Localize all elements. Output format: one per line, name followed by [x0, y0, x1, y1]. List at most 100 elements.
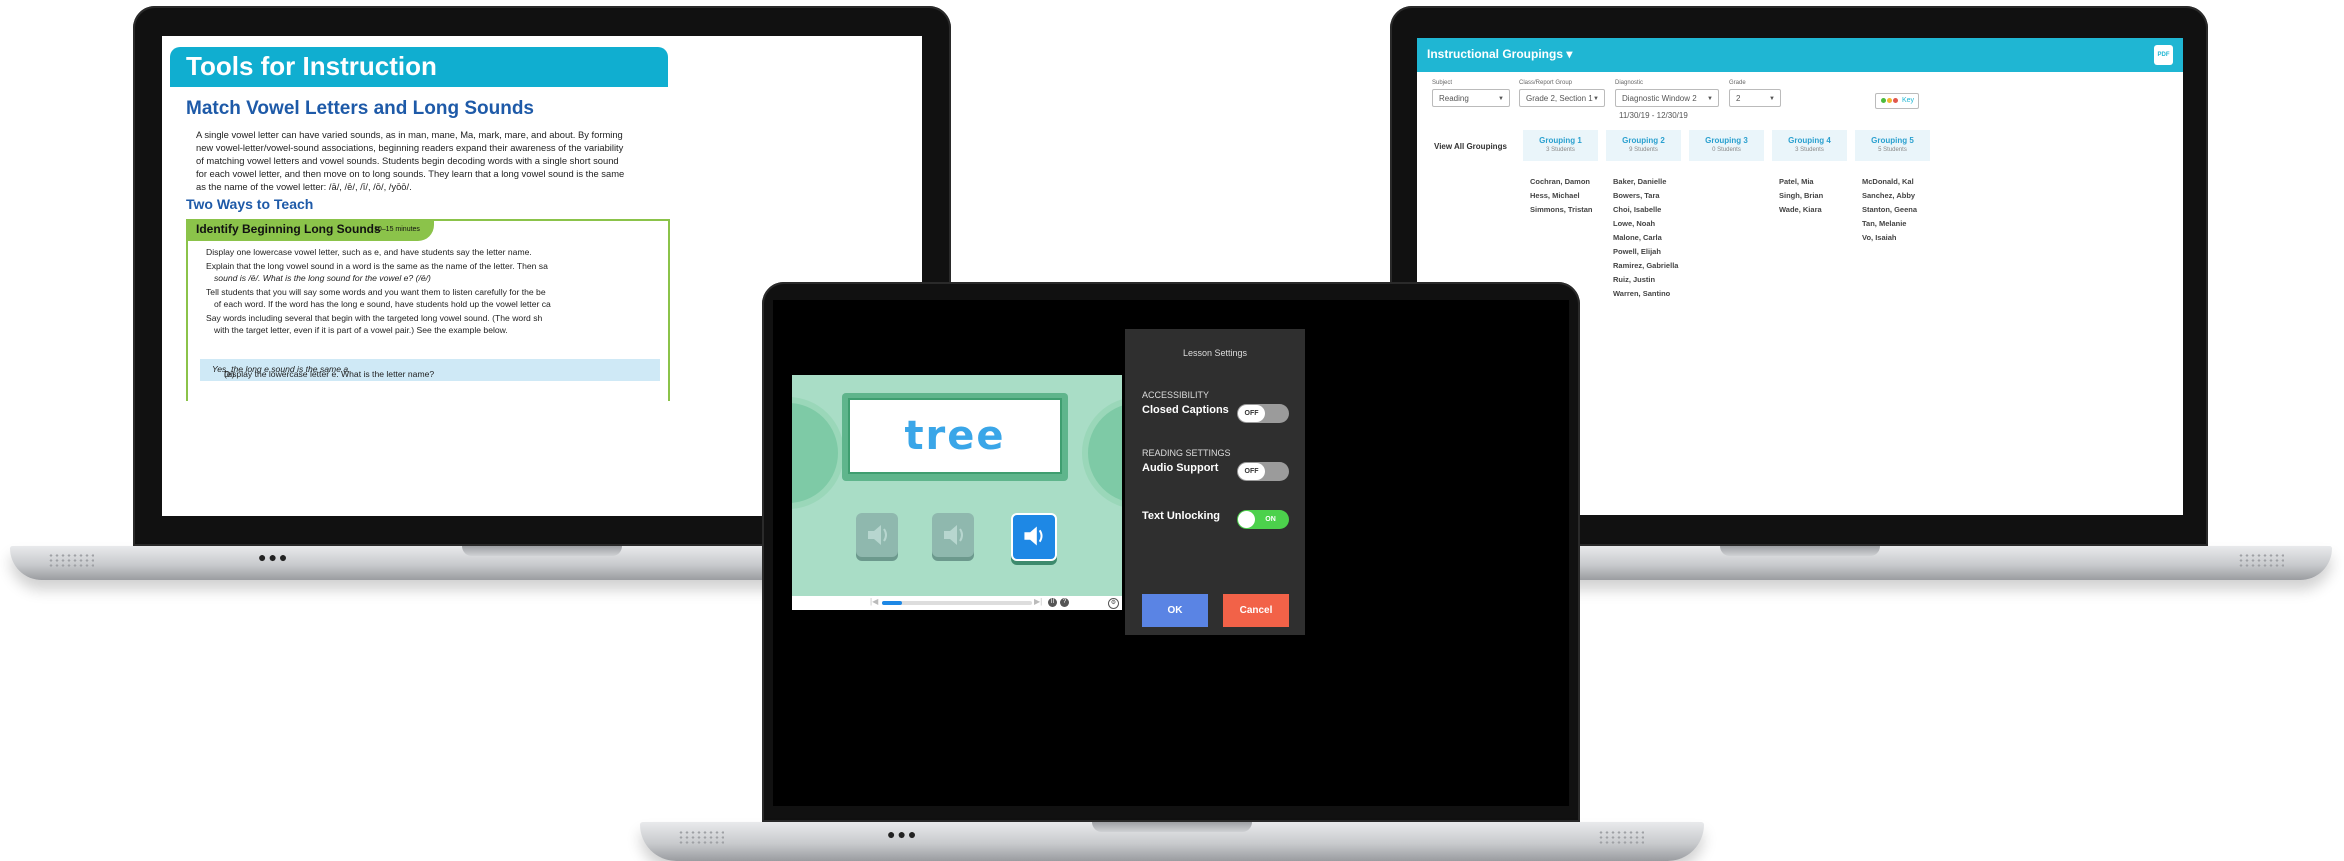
- student-name[interactable]: Baker, Danielle: [1613, 175, 1678, 189]
- student-name[interactable]: Tan, Melanie: [1862, 217, 1917, 231]
- grade-select[interactable]: 2 ▼: [1729, 89, 1781, 107]
- student-name[interactable]: Bowers, Tara: [1613, 189, 1678, 203]
- camera-dots: ●●●: [887, 826, 919, 842]
- speaker-icon: [1024, 526, 1043, 546]
- student-name[interactable]: Malone, Carla: [1613, 231, 1678, 245]
- example-text: Display the lowercase letter e. What is …: [212, 364, 435, 379]
- green-dot-icon: [1881, 98, 1886, 103]
- bullet-1: Display one lowercase vowel letter, such…: [206, 247, 532, 257]
- student-name[interactable]: Singh, Brian: [1779, 189, 1823, 203]
- groupings-title[interactable]: Instructional Groupings ▾: [1427, 47, 1572, 61]
- ok-button[interactable]: OK: [1142, 594, 1208, 627]
- key-button[interactable]: Key: [1875, 93, 1919, 109]
- student-name[interactable]: McDonald, Kal: [1862, 175, 1917, 189]
- lesson-screen: tree |◀ ▶| II ? ⚙ Lesson Settings ACCESS…: [773, 300, 1569, 806]
- bullet-3-cont: of each word. If the word has the long e…: [214, 299, 551, 309]
- student-name[interactable]: Ruiz, Justin: [1613, 273, 1678, 287]
- student-name[interactable]: Sanchez, Abby: [1862, 189, 1917, 203]
- view-all-groupings-link[interactable]: View All Groupings: [1434, 142, 1507, 151]
- student-name[interactable]: Hess, Michael: [1530, 189, 1593, 203]
- student-name[interactable]: Cochran, Damon: [1530, 175, 1593, 189]
- word-card: tree: [848, 398, 1062, 474]
- cancel-button[interactable]: Cancel: [1223, 594, 1289, 627]
- student-name[interactable]: Powell, Elijah: [1613, 245, 1678, 259]
- grouping-2-header[interactable]: Grouping 29 Students: [1606, 130, 1681, 161]
- grouping-5-students: McDonald, Kal Sanchez, Abby Stanton, Gee…: [1862, 175, 1917, 245]
- class-label: Class/Report Group: [1519, 80, 1573, 86]
- closed-captions-toggle[interactable]: OFF: [1237, 404, 1289, 423]
- speaker-right: [1082, 397, 1122, 509]
- help-icon[interactable]: ?: [1060, 598, 1069, 607]
- speaker-icon: [868, 525, 887, 545]
- student-name[interactable]: Choi, Isabelle: [1613, 203, 1678, 217]
- grouping-2-students: Baker, Danielle Bowers, Tara Choi, Isabe…: [1613, 175, 1678, 301]
- chevron-down-icon: ▼: [1769, 96, 1775, 102]
- diagnostic-label: Diagnostic: [1615, 80, 1644, 86]
- camera-dots: ●●●: [258, 549, 290, 565]
- progress-fill: [882, 601, 902, 605]
- date-range: 11/30/19 - 12/30/19: [1619, 111, 1688, 120]
- lesson-heading: Match Vowel Letters and Long Sounds: [186, 98, 535, 119]
- reading-settings-label: READING SETTINGS: [1142, 448, 1231, 458]
- pdf-icon[interactable]: PDF: [2154, 45, 2173, 65]
- target-word: tree: [904, 413, 1006, 459]
- intro-paragraph: A single vowel letter can have varied so…: [196, 129, 625, 192]
- word-frame: tree: [842, 393, 1068, 481]
- groupings-header: Instructional Groupings ▾ PDF: [1417, 38, 2183, 72]
- grouping-4-students: Patel, Mia Singh, Brian Wade, Kiara: [1779, 175, 1823, 217]
- grouping-3-header[interactable]: Grouping 30 Students: [1689, 130, 1764, 161]
- speaker-left: [792, 397, 844, 509]
- student-name[interactable]: Vo, Isaiah: [1862, 231, 1917, 245]
- lesson-progress[interactable]: |◀ ▶| II ? ⚙: [792, 596, 1122, 610]
- student-name[interactable]: Patel, Mia: [1779, 175, 1823, 189]
- sound-button-2[interactable]: [932, 513, 974, 557]
- tools-banner-title: Tools for Instruction: [186, 51, 437, 81]
- student-name[interactable]: Stanton, Geena: [1862, 203, 1917, 217]
- student-name[interactable]: Ramirez, Gabriella: [1613, 259, 1678, 273]
- subject-select[interactable]: Reading ▼: [1432, 89, 1510, 107]
- subject-label: Subject: [1432, 80, 1453, 86]
- tools-banner: Tools for Instruction: [170, 47, 668, 87]
- chevron-down-icon: ▼: [1498, 96, 1504, 102]
- student-name[interactable]: Warren, Santino: [1613, 287, 1678, 301]
- skip-back-icon[interactable]: |◀: [870, 597, 878, 606]
- grade-label: Grade: [1729, 80, 1746, 86]
- chevron-down-icon: ▼: [1593, 96, 1599, 102]
- lesson-settings-panel: Lesson Settings ACCESSIBILITY Closed Cap…: [1125, 329, 1305, 635]
- settings-title: Lesson Settings: [1182, 348, 1248, 358]
- grouping-4-header[interactable]: Grouping 43 Students: [1772, 130, 1847, 161]
- bullet-3: Tell students that you will say some wor…: [206, 287, 546, 297]
- red-dot-icon: [1893, 98, 1898, 103]
- pause-icon[interactable]: II: [1048, 598, 1057, 607]
- sound-button-3[interactable]: [1011, 513, 1057, 561]
- class-select[interactable]: Grade 2, Section 1 ▼: [1519, 89, 1605, 107]
- method-time: 10–15 minutes: [374, 226, 420, 233]
- text-unlocking-label: Text Unlocking: [1142, 510, 1221, 522]
- grouping-1-header[interactable]: Grouping 13 Students: [1523, 130, 1598, 161]
- student-name[interactable]: Simmons, Tristan: [1530, 203, 1593, 217]
- example-box: Display the lowercase letter e. What is …: [200, 359, 660, 381]
- lesson-activity: tree: [792, 375, 1122, 610]
- method-title: Identify Beginning Long Sounds: [196, 222, 381, 236]
- bullet-4-cont: with the target letter, even if it is pa…: [214, 325, 508, 335]
- yellow-dot-icon: [1887, 98, 1892, 103]
- speaker-icon: [944, 525, 963, 545]
- chevron-down-icon: ▼: [1707, 96, 1713, 102]
- text-unlocking-toggle[interactable]: ON: [1237, 510, 1289, 529]
- student-name[interactable]: Lowe, Noah: [1613, 217, 1678, 231]
- bullet-2-cont: sound is /ē/. What is the long sound for…: [214, 273, 431, 283]
- skip-forward-icon[interactable]: ▶|: [1034, 597, 1042, 606]
- closed-captions-label: Closed Captions: [1142, 404, 1229, 416]
- bullet-4: Say words including several that begin w…: [206, 313, 543, 323]
- accessibility-label: ACCESSIBILITY: [1142, 390, 1210, 400]
- audio-support-toggle[interactable]: OFF: [1237, 462, 1289, 481]
- audio-support-label: Audio Support: [1142, 462, 1219, 474]
- diagnostic-select[interactable]: Diagnostic Window 2 ▼: [1615, 89, 1719, 107]
- method-header: Identify Beginning Long Sounds 10–15 min…: [186, 219, 434, 241]
- student-name[interactable]: Wade, Kiara: [1779, 203, 1823, 217]
- subheading: Two Ways to Teach: [186, 196, 314, 212]
- settings-icon[interactable]: ⚙: [1108, 598, 1119, 609]
- bullet-2: Explain that the long vowel sound in a w…: [206, 261, 548, 271]
- sound-button-1[interactable]: [856, 513, 898, 557]
- grouping-5-header[interactable]: Grouping 55 Students: [1855, 130, 1930, 161]
